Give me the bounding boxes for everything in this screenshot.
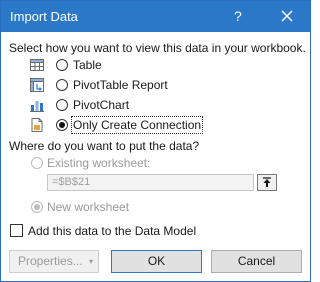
existing-worksheet-radio[interactable] — [31, 157, 43, 169]
existing-worksheet-label[interactable]: Existing worksheet: — [47, 156, 150, 170]
table-icon — [29, 57, 45, 73]
pivotchart-icon — [29, 97, 45, 113]
ok-button[interactable]: OK — [111, 250, 202, 273]
connection-option-label[interactable]: Only Create Connection — [70, 116, 204, 134]
connection-icon — [29, 117, 45, 133]
existing-worksheet-input[interactable]: =$B$21 — [47, 174, 254, 191]
help-button[interactable]: ? — [234, 8, 242, 24]
table-radio[interactable] — [56, 59, 68, 71]
dropdown-arrow-icon: ▾ — [88, 257, 93, 266]
collapse-dialog-button[interactable] — [257, 174, 277, 191]
data-model-label[interactable]: Add this data to the Data Model — [28, 224, 196, 238]
dialog-title: Import Data — [10, 9, 78, 24]
table-option-label[interactable]: Table — [73, 58, 102, 72]
properties-button[interactable]: Properties... ▾ — [9, 250, 99, 273]
pivotchart-option-label[interactable]: PivotChart — [73, 98, 129, 112]
import-data-dialog: Import Data ? Select how you want to vie… — [0, 0, 311, 282]
data-model-checkbox[interactable] — [10, 224, 23, 237]
title-bar: Import Data ? — [1, 1, 310, 32]
new-worksheet-label[interactable]: New worksheet — [47, 200, 129, 214]
pivotchart-radio[interactable] — [56, 99, 68, 111]
close-icon[interactable] — [277, 6, 297, 26]
view-prompt: Select how you want to view this data in… — [9, 41, 306, 55]
cancel-button[interactable]: Cancel — [211, 250, 302, 273]
location-prompt: Where do you want to put the data? — [9, 139, 200, 153]
pivottable-option-label[interactable]: PivotTable Report — [73, 78, 168, 92]
range-select-icon — [263, 177, 271, 187]
new-worksheet-radio[interactable] — [31, 201, 43, 213]
connection-radio[interactable] — [56, 119, 68, 131]
pivottable-radio[interactable] — [56, 79, 68, 91]
pivottable-icon — [29, 77, 45, 93]
properties-button-label: Properties... — [18, 254, 83, 268]
